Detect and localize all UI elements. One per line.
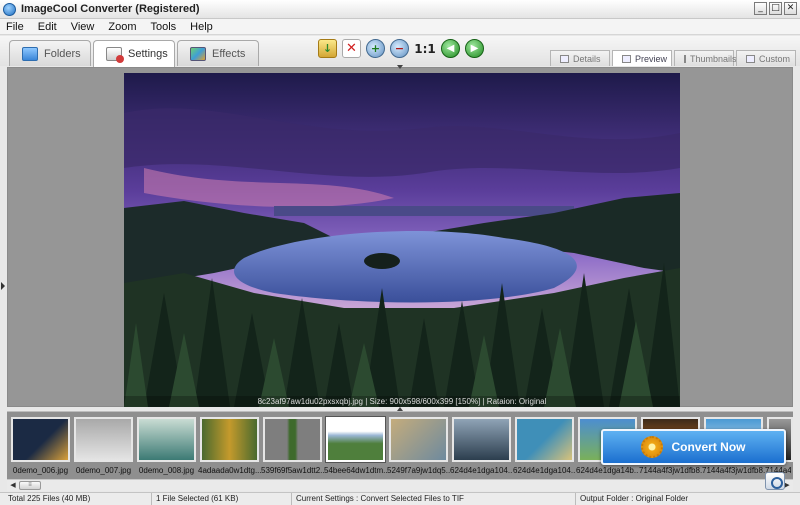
tab-settings-label: Settings [128, 48, 168, 60]
thumbnail-scrollbar[interactable]: ◀ ≡ ▶ [7, 479, 793, 491]
zoom-out-icon[interactable]: − [390, 39, 409, 58]
thumbnail-item[interactable]: 0demo_008.jpg [137, 417, 196, 480]
tab-thumbnails[interactable]: Thumbnails [674, 50, 737, 66]
convert-now-label: Convert Now [671, 440, 746, 454]
menu-help[interactable]: Help [190, 21, 213, 33]
previous-arrow-icon[interactable]: ◀ [441, 39, 460, 58]
thumbnail-item[interactable]: 0demo_006.jpg [11, 417, 70, 480]
thumbnail-caption: 539f69f5aw1dtt2... [261, 466, 324, 475]
status-current-settings: Current Settings : Convert Selected File… [292, 493, 576, 505]
status-total-files: Total 225 Files (40 MB) [4, 493, 152, 505]
import-icon[interactable]: ↓ [318, 39, 337, 58]
collapse-toolbar-handle[interactable] [397, 65, 403, 69]
thumbnail-item[interactable]: 624d4e1dga104... [513, 417, 576, 480]
image-tools: ↓ ✕ + − 1:1 ◀ ▶ [318, 39, 484, 58]
thumbnail-caption: 0demo_007.jpg [75, 466, 132, 475]
preview-icon [622, 54, 631, 63]
thumbnail-caption: 0demo_006.jpg [12, 466, 69, 475]
thumbnail-caption: 624d4e1dga104... [450, 466, 513, 475]
thumbnail-image [263, 417, 322, 462]
maximize-button[interactable]: □ [769, 2, 782, 15]
tab-preview-label: Preview [635, 53, 668, 64]
thumbnail-image [200, 417, 259, 462]
tab-preview[interactable]: Preview [612, 50, 672, 66]
image-info-bar: 8c23af97aw1du02pxsxqbj.jpg | Size: 900x5… [124, 396, 680, 407]
thumbnail-caption: 624d4e1dga14b... [576, 466, 639, 475]
landscape-photo [124, 73, 680, 407]
status-selected-files: 1 File Selected (61 KB) [152, 493, 292, 505]
menu-tools[interactable]: Tools [150, 21, 176, 33]
menu-file[interactable]: File [6, 21, 24, 33]
close-button[interactable]: ✕ [784, 2, 797, 15]
tab-effects-label: Effects [212, 47, 246, 60]
tab-details-label: Details [573, 53, 601, 64]
menu-bar: File Edit View Zoom Tools Help [0, 19, 800, 35]
zoom-in-icon[interactable]: + [366, 39, 385, 58]
thumbnail-item[interactable]: 624d4e1dga104... [450, 417, 513, 480]
gear-icon [641, 436, 664, 458]
status-output-folder: Output Folder : Original Folder [580, 494, 689, 503]
convert-now-button[interactable]: Convert Now [601, 429, 786, 465]
menu-zoom[interactable]: Zoom [108, 21, 136, 33]
thumbnail-item[interactable]: 0demo_007.jpg [74, 417, 133, 480]
tab-thumbnails-label: Thumbnails [690, 53, 737, 64]
preview-image: 8c23af97aw1du02pxsxqbj.jpg | Size: 900x5… [124, 73, 680, 407]
delete-icon[interactable]: ✕ [342, 39, 361, 58]
thumbnail-image [74, 417, 133, 462]
thumbnail-item[interactable]: 539f69f5aw1dtt2... [261, 417, 324, 480]
tab-custom-label: Custom [759, 53, 791, 64]
thumbnails-icon [684, 54, 686, 63]
next-arrow-icon[interactable]: ▶ [465, 39, 484, 58]
tab-settings[interactable]: Settings [93, 40, 175, 67]
thumbnail-item-selected[interactable]: 54bee64dw1dtm... [324, 417, 387, 480]
fit-view-icon[interactable] [765, 472, 785, 490]
app-logo-icon [3, 3, 16, 16]
thumbnail-caption: 0demo_008.jpg [138, 466, 195, 475]
thumbnail-image [389, 417, 448, 462]
thumbnail-image [515, 417, 574, 462]
custom-icon [746, 54, 755, 63]
tab-details[interactable]: Details [550, 50, 610, 66]
thumbnail-caption: 4adaada0w1dtg... [198, 466, 261, 475]
settings-icon [106, 47, 124, 63]
details-icon [560, 54, 569, 63]
scroll-left-icon[interactable]: ◀ [8, 481, 18, 491]
tab-custom[interactable]: Custom [736, 50, 796, 66]
tab-folders[interactable]: Folders [9, 40, 91, 66]
thumbnail-image [137, 417, 196, 462]
folder-icon [22, 46, 38, 61]
window-title: ImageCool Converter (Registered) [21, 3, 200, 15]
thumbnail-item[interactable]: 5249f7a9jw1dq5... [387, 417, 450, 480]
thumbnail-image [452, 417, 511, 462]
thumbnail-image [11, 417, 70, 462]
thumbnail-caption: 54bee64dw1dtm... [324, 466, 387, 475]
actual-size-button[interactable]: 1:1 [414, 39, 436, 58]
window-controls: _ □ ✕ [754, 2, 797, 15]
thumbnail-caption: 5249f7a9jw1dq5... [387, 466, 450, 475]
view-tabs: Details Preview Thumbnails Custom [550, 50, 796, 66]
tab-effects[interactable]: Effects [177, 40, 259, 66]
menu-view[interactable]: View [71, 21, 95, 33]
status-bar: Total 225 Files (40 MB) 1 File Selected … [0, 492, 800, 505]
thumbnail-caption: 7144a4f3jw1dfb8... [639, 466, 702, 475]
title-bar: ImageCool Converter (Registered) _ □ ✕ [0, 0, 800, 19]
scrollbar-thumb[interactable]: ≡ [19, 481, 41, 490]
menu-edit[interactable]: Edit [38, 21, 57, 33]
thumbnail-item[interactable]: 4adaada0w1dtg... [198, 417, 261, 480]
minimize-button[interactable]: _ [754, 2, 767, 15]
sidebar-expand-handle[interactable] [1, 282, 5, 290]
effects-icon [190, 46, 206, 61]
toolbar: Folders Settings Effects ↓ ✕ + − 1:1 ◀ ▶… [0, 36, 800, 67]
tab-folders-label: Folders [44, 47, 81, 60]
thumbnail-caption: 624d4e1dga104... [513, 466, 576, 475]
thumbnail-image [326, 417, 385, 462]
thumbnail-caption: 7144a4f3jw1dfb8... [702, 466, 765, 475]
